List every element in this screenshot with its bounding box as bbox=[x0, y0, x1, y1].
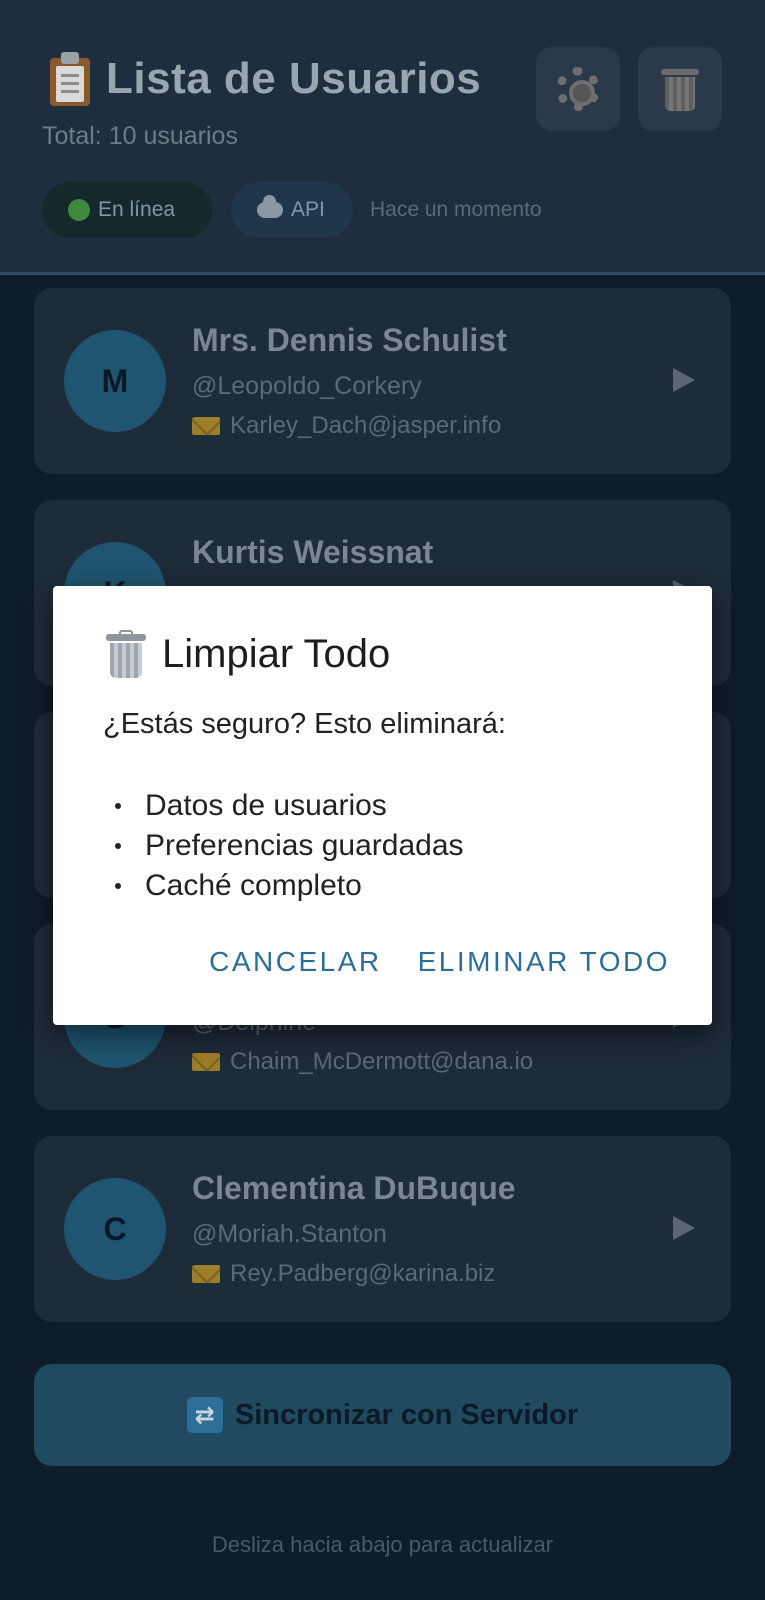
user-email-row: Karley_Dach@jasper.info bbox=[192, 412, 501, 440]
user-email: Karley_Dach@jasper.info bbox=[230, 412, 502, 439]
list-item: Caché completo bbox=[115, 866, 464, 906]
avatar: C bbox=[64, 1178, 166, 1280]
delete-all-button[interactable]: ELIMINAR TODO bbox=[418, 946, 670, 978]
settings-button[interactable] bbox=[536, 47, 620, 131]
user-email: Rey.Padberg@karina.biz bbox=[230, 1260, 496, 1287]
dialog-title: Limpiar Todo bbox=[162, 631, 391, 676]
user-card[interactable]: M Mrs. Dennis Schulist @Leopoldo_Corkery… bbox=[34, 288, 731, 474]
avatar: M bbox=[64, 330, 166, 432]
sync-button-label: Sincronizar con Servidor bbox=[234, 1398, 579, 1431]
last-updated: Hace un momento bbox=[370, 198, 542, 221]
sync-button[interactable]: ⇄ Sincronizar con Servidor bbox=[34, 1364, 731, 1466]
envelope-icon bbox=[192, 417, 220, 435]
user-name: Clementina DuBuque bbox=[192, 1170, 516, 1206]
trash-icon bbox=[106, 630, 146, 678]
user-email-row: Chaim_McDermott@dana.io bbox=[192, 1048, 533, 1076]
envelope-icon bbox=[192, 1053, 220, 1071]
header-divider bbox=[0, 272, 765, 275]
status-api-badge: API bbox=[231, 182, 353, 238]
envelope-icon bbox=[192, 1265, 220, 1283]
clear-all-button[interactable] bbox=[638, 47, 722, 131]
user-name: Kurtis Weissnat bbox=[192, 534, 434, 570]
trash-icon bbox=[661, 67, 699, 111]
user-handle: @Moriah.Stanton bbox=[192, 1220, 387, 1248]
total-count: Total: 10 usuarios bbox=[42, 122, 238, 150]
confirm-dialog: Limpiar Todo ¿Estás seguro? Esto elimina… bbox=[53, 586, 712, 1025]
list-item: Datos de usuarios bbox=[115, 786, 464, 826]
dialog-actions: CANCELAR ELIMINAR TODO bbox=[209, 946, 670, 978]
title-row: Lista de Usuarios bbox=[46, 52, 481, 106]
app-header: Lista de Usuarios Total: 10 usuarios En … bbox=[0, 0, 765, 274]
list-item: Preferencias guardadas bbox=[115, 826, 464, 866]
user-name: Mrs. Dennis Schulist bbox=[192, 322, 507, 358]
cancel-button[interactable]: CANCELAR bbox=[209, 946, 381, 978]
status-api-label: API bbox=[291, 198, 325, 221]
page-title: Lista de Usuarios bbox=[106, 54, 482, 103]
dialog-title-row: Limpiar Todo bbox=[106, 630, 390, 678]
status-online-label: En línea bbox=[98, 198, 176, 221]
cloud-icon bbox=[257, 195, 283, 218]
user-handle: @Leopoldo_Corkery bbox=[192, 372, 422, 400]
user-card[interactable]: C Clementina DuBuque @Moriah.Stanton Rey… bbox=[34, 1136, 731, 1322]
sync-icon: ⇄ bbox=[186, 1397, 223, 1433]
dialog-message: ¿Estás seguro? Esto eliminará: bbox=[103, 708, 506, 740]
user-email: Chaim_McDermott@dana.io bbox=[230, 1048, 534, 1075]
clipboard-icon bbox=[46, 52, 92, 106]
status-online-badge: En línea bbox=[42, 182, 212, 238]
user-email-row: Rey.Padberg@karina.biz bbox=[192, 1260, 495, 1288]
pull-to-refresh-hint: Desliza hacia abajo para actualizar bbox=[211, 1532, 554, 1557]
gear-icon bbox=[556, 67, 600, 111]
chevron-right-icon bbox=[673, 368, 695, 392]
dialog-item-list: Datos de usuarios Preferencias guardadas… bbox=[115, 786, 464, 906]
green-dot-icon bbox=[68, 199, 90, 221]
chevron-right-icon bbox=[673, 1216, 695, 1240]
